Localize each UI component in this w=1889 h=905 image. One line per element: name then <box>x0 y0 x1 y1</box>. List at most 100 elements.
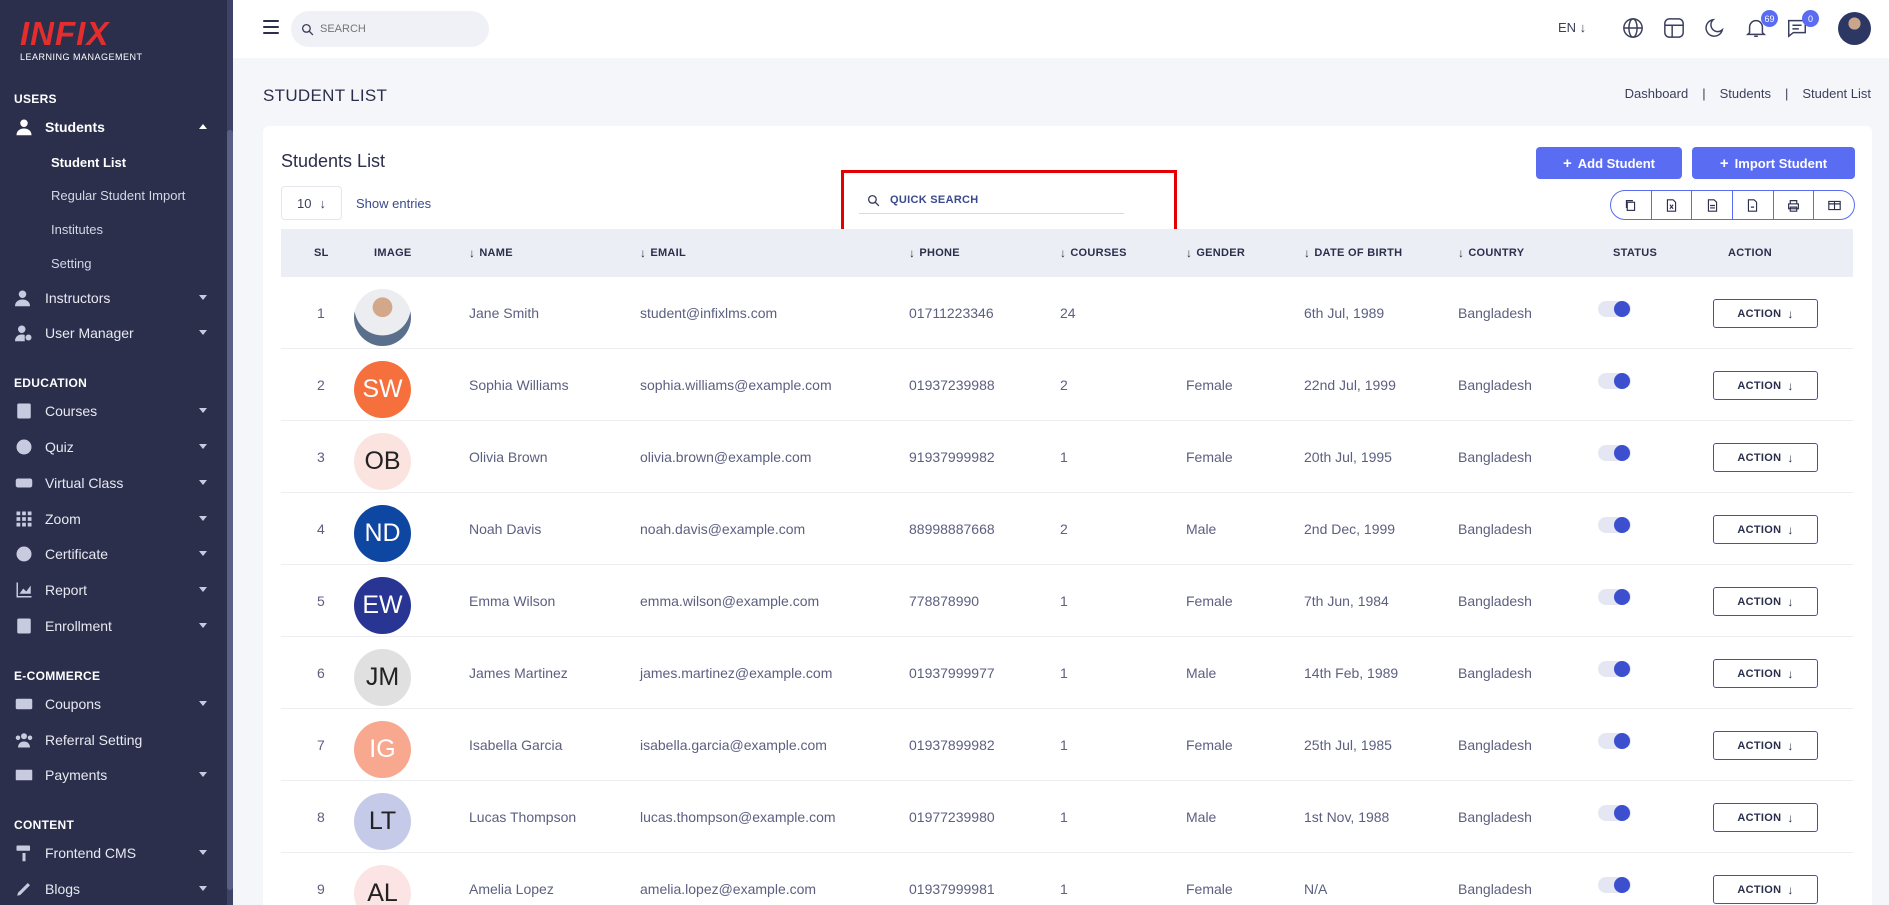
page-title: STUDENT LIST <box>263 86 388 105</box>
logo[interactable]: INFIX LEARNING MANAGEMENT <box>20 17 143 62</box>
print-icon <box>1788 199 1799 212</box>
th-courses[interactable]: ↓ COURSES <box>1060 229 1127 277</box>
print-button[interactable] <box>1774 191 1815 219</box>
sidebar-item-courses[interactable]: Courses <box>0 397 227 425</box>
logo-tagline: LEARNING MANAGEMENT <box>20 52 143 62</box>
sidebar-item-label: Blogs <box>45 881 81 897</box>
sidebar-item-certificate[interactable]: Certificate <box>0 540 227 568</box>
status-toggle[interactable] <box>1598 373 1631 389</box>
quick-search-input[interactable] <box>890 194 1090 206</box>
entries-select[interactable]: 10 ↓ <box>281 186 342 220</box>
th-name[interactable]: ↓ NAME <box>469 229 513 277</box>
menu-toggle-icon[interactable] <box>263 20 279 34</box>
arrow-down-icon: ↓ <box>1787 306 1794 321</box>
language-selector[interactable]: EN ↓ <box>1558 20 1586 35</box>
action-label: ACTION <box>1737 451 1782 464</box>
sidebar-item-payments[interactable]: Payments <box>0 761 227 789</box>
action-dropdown-button[interactable]: ACTION ↓ <box>1713 371 1818 400</box>
status-toggle[interactable] <box>1598 733 1631 749</box>
copy-button[interactable] <box>1611 191 1652 219</box>
status-toggle[interactable] <box>1598 877 1631 893</box>
th-country[interactable]: ↓ COUNTRY <box>1458 229 1524 277</box>
th-email[interactable]: ↓ EMAIL <box>640 229 686 277</box>
cell-gender: Female <box>1186 449 1233 465</box>
chart-icon <box>13 581 35 599</box>
sidebar-item-label: Students <box>45 119 105 135</box>
action-dropdown-button[interactable]: ACTION ↓ <box>1713 515 1818 544</box>
search-input[interactable] <box>320 23 470 35</box>
columns-button[interactable] <box>1814 191 1854 219</box>
avatar: AL <box>354 865 411 905</box>
sidebar-sub-regular-student-import[interactable]: Regular Student Import <box>51 188 185 203</box>
action-label: ACTION <box>1737 307 1782 320</box>
cell-phone: 01937999977 <box>909 665 995 681</box>
cell-gender: Male <box>1186 665 1217 681</box>
sidebar-item-report[interactable]: Report <box>0 576 227 604</box>
status-toggle[interactable] <box>1598 589 1631 605</box>
top-search[interactable] <box>291 11 489 47</box>
cell-name: Jane Smith <box>469 305 540 321</box>
arrow-down-icon: ↓ <box>319 195 326 211</box>
cell-dob: 7th Jun, 1984 <box>1304 593 1389 609</box>
table-header: SL IMAGE ↓ NAME ↓ EMAIL ↓ PHONE ↓ COURSES ↓ G… <box>281 229 1853 277</box>
sidebar-sub-setting[interactable]: Setting <box>51 256 91 271</box>
sidebar-scrollbar-thumb[interactable] <box>227 130 233 890</box>
sidebar-item-referral-setting[interactable]: Referral Setting <box>0 726 227 754</box>
action-dropdown-button[interactable]: ACTION ↓ <box>1713 659 1818 688</box>
sidebar-item-blogs[interactable]: Blogs <box>0 875 227 903</box>
sidebar-item-coupons[interactable]: Coupons <box>0 690 227 718</box>
quick-search[interactable] <box>859 187 1124 214</box>
bell-icon[interactable]: 69 <box>1745 10 1778 41</box>
avatar: ND <box>354 505 411 562</box>
action-dropdown-button[interactable]: ACTION ↓ <box>1713 731 1818 760</box>
status-toggle[interactable] <box>1598 301 1631 317</box>
th-gender[interactable]: ↓ GENDER <box>1186 229 1245 277</box>
avatar: IG <box>354 721 411 778</box>
cell-sl: 1 <box>317 305 325 321</box>
section-education: EDUCATION <box>14 376 88 390</box>
user-avatar[interactable] <box>1838 12 1871 45</box>
sidebar-item-frontend-cms[interactable]: Frontend CMS <box>0 839 227 867</box>
th-dob[interactable]: ↓ DATE OF BIRTH <box>1304 229 1402 277</box>
import-student-button[interactable]: + Import Student <box>1692 147 1855 179</box>
status-toggle[interactable] <box>1598 805 1631 821</box>
breadcrumb-separator: | <box>1784 86 1789 101</box>
status-toggle[interactable] <box>1598 661 1631 677</box>
action-label: ACTION <box>1737 595 1782 608</box>
excel-button[interactable] <box>1652 191 1693 219</box>
plus-icon: + <box>1719 154 1729 172</box>
sidebar-item-students[interactable]: Students <box>0 113 227 141</box>
add-student-button[interactable]: + Add Student <box>1536 147 1682 179</box>
csv-button[interactable] <box>1692 191 1734 219</box>
sidebar-sub-student-list[interactable]: Student List <box>51 155 126 170</box>
status-toggle[interactable] <box>1598 445 1631 461</box>
action-dropdown-button[interactable]: ACTION ↓ <box>1713 875 1818 904</box>
cell-email: sophia.williams@example.com <box>640 377 832 393</box>
cell-email: emma.wilson@example.com <box>640 593 820 609</box>
avatar-initials: ND <box>364 519 401 547</box>
th-phone[interactable]: ↓ PHONE <box>909 229 960 277</box>
chat-icon[interactable]: 0 <box>1786 10 1819 41</box>
sidebar-item-zoom[interactable]: Zoom <box>0 505 227 533</box>
globe-icon[interactable] <box>1622 17 1646 41</box>
sidebar-item-virtual-class[interactable]: Virtual Class <box>0 469 227 497</box>
sidebar-scrollbar[interactable] <box>227 0 233 905</box>
layout-icon[interactable] <box>1663 17 1687 41</box>
action-dropdown-button[interactable]: ACTION ↓ <box>1713 299 1818 328</box>
moon-icon[interactable] <box>1704 17 1728 41</box>
cell-dob: N/A <box>1304 881 1328 897</box>
action-dropdown-button[interactable]: ACTION ↓ <box>1713 587 1818 616</box>
sidebar-item-enrollment[interactable]: Enrollment <box>0 612 227 640</box>
sidebar-item-quiz[interactable]: Quiz <box>0 433 227 461</box>
status-toggle[interactable] <box>1598 517 1631 533</box>
action-dropdown-button[interactable]: ACTION ↓ <box>1713 803 1818 832</box>
sidebar-sub-institutes[interactable]: Institutes <box>51 222 103 237</box>
cell-dob: 25th Jul, 1985 <box>1304 737 1392 753</box>
pdf-button[interactable] <box>1733 191 1774 219</box>
sidebar-item-instructors[interactable]: Instructors <box>0 284 227 312</box>
breadcrumb-students[interactable]: Students <box>1720 86 1771 101</box>
action-dropdown-button[interactable]: ACTION ↓ <box>1713 443 1818 472</box>
cell-email: isabella.garcia@example.com <box>640 737 827 753</box>
sidebar-item-user-manager[interactable]: User Manager <box>0 319 227 347</box>
breadcrumb-dashboard[interactable]: Dashboard <box>1625 86 1689 101</box>
